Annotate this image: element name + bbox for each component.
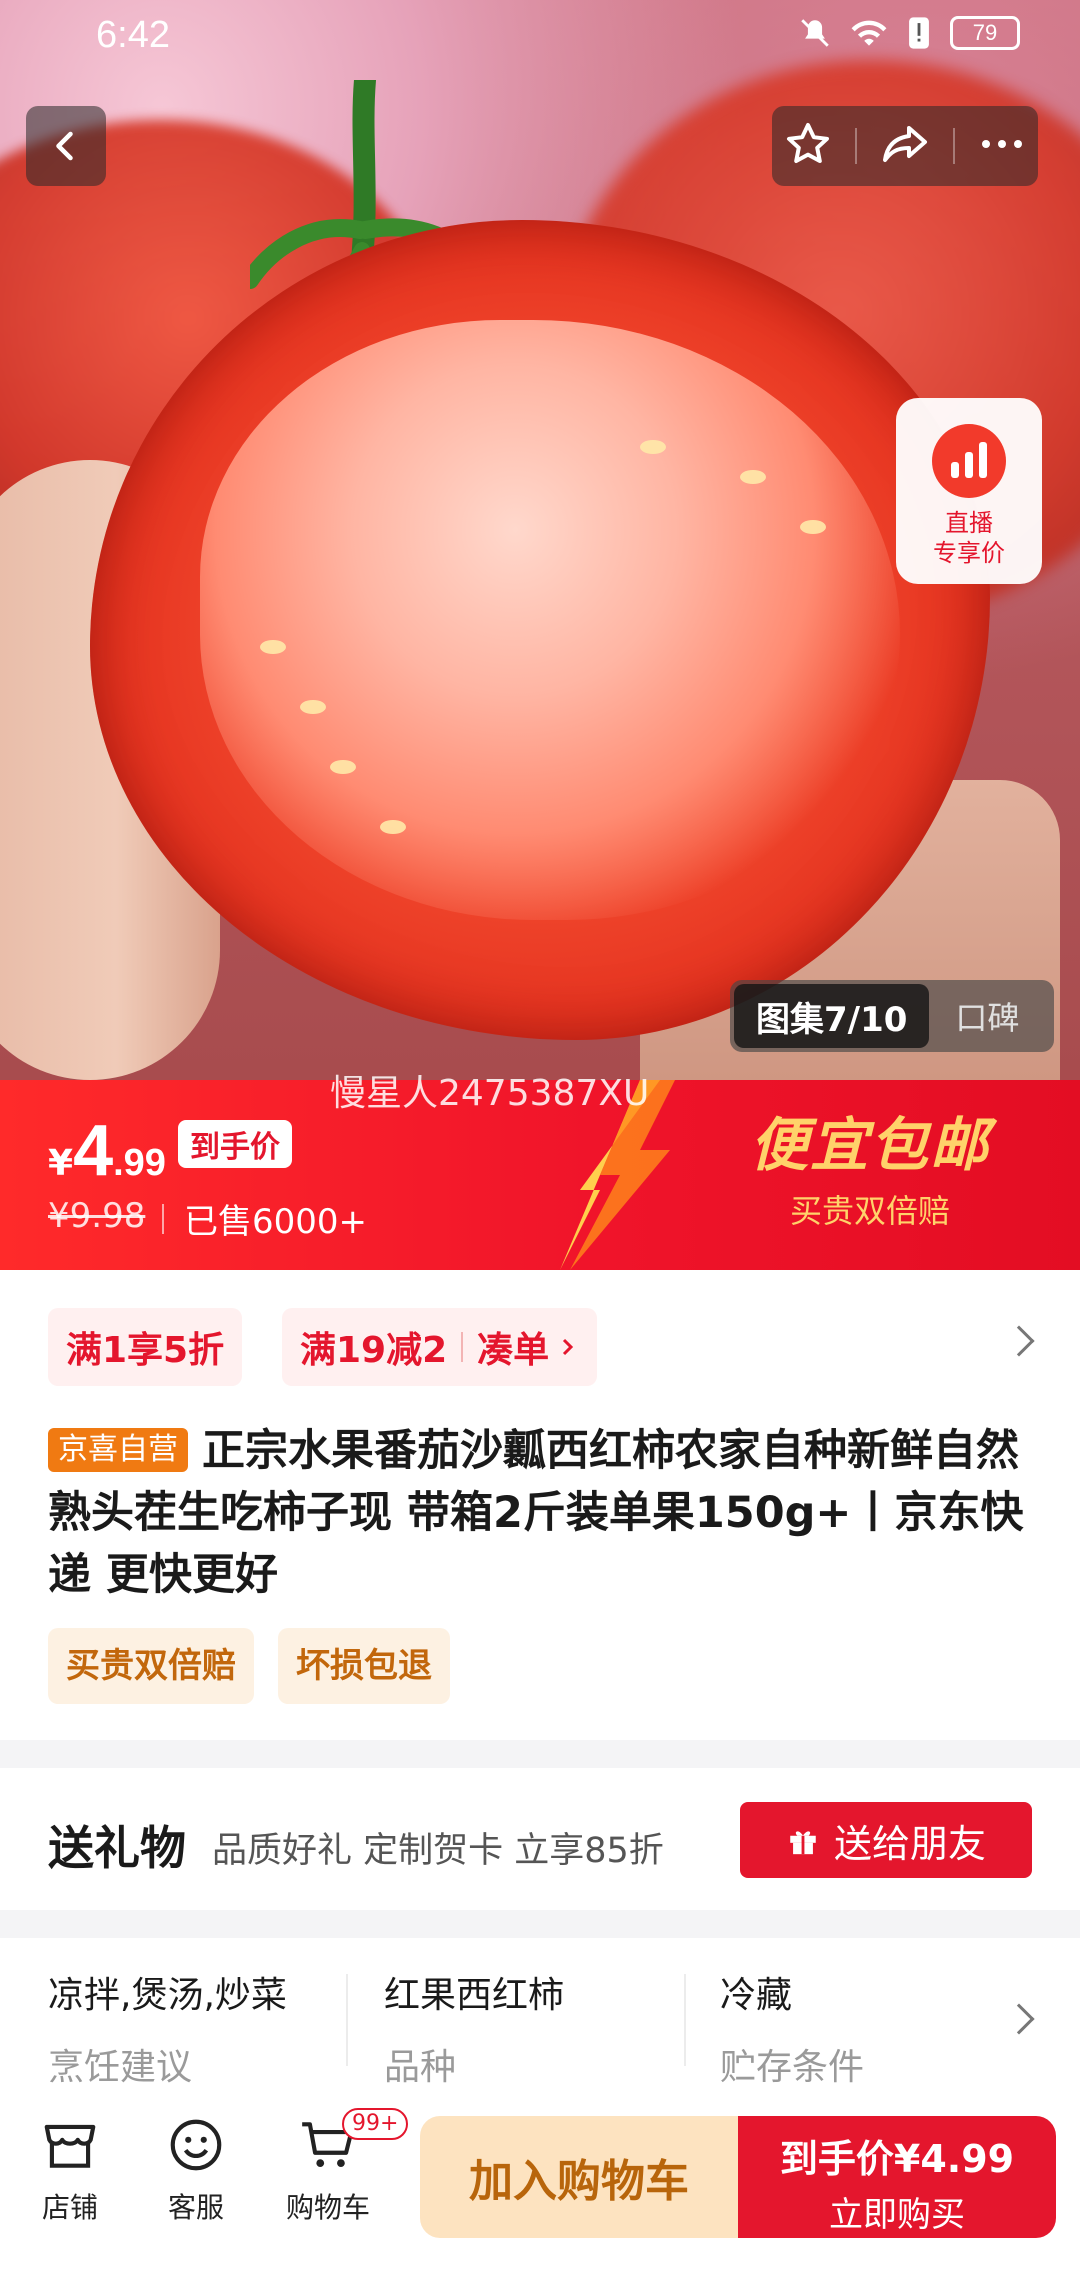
back-button[interactable] [26, 106, 106, 186]
cart-label: 购物车 [285, 2191, 370, 2224]
add-to-cart-button[interactable]: 加入购物车 [420, 2116, 738, 2238]
divider [461, 1332, 464, 1362]
coupon-label: 满1享5折 [66, 1330, 225, 1371]
sold-count: 已售6000+ [184, 1202, 368, 1242]
promo-subtitle: 买贵双倍赔 [789, 1192, 950, 1230]
tomato-seed [640, 440, 666, 454]
status-bar: 6:42 79 [0, 0, 1080, 80]
current-price: ¥ 4 .99 [48, 1110, 166, 1192]
attribute-storage: 冷藏 贮存条件 [720, 1966, 864, 2090]
more-icon [982, 140, 1023, 148]
share-button[interactable] [881, 120, 929, 172]
attribute-key: 品种 [384, 2047, 457, 2088]
product-title-block: 京喜自营 正宗水果番茄沙瓤西红柿农家自种新鲜自然熟头茬生吃柿子现 带箱2斤装单果1… [48, 1420, 1038, 1606]
watermark: 慢星人2475387XU [330, 1073, 650, 1114]
attribute-value: 冷藏 [720, 1975, 793, 2016]
live-label: 直播 [945, 509, 993, 537]
attribute-variety: 红果西红柿 品种 [384, 1966, 564, 2090]
gift-title: 送礼物 [48, 1821, 186, 1875]
original-price: ¥9.98 [48, 1196, 146, 1236]
price-decimal: .99 [113, 1142, 166, 1184]
section-divider [0, 1910, 1080, 1938]
tomato-seed [740, 470, 766, 484]
gift-icon [790, 1831, 816, 1855]
live-price-badge[interactable]: 直播 专享价 [896, 398, 1042, 584]
tab-reviews[interactable]: 口碑 [955, 993, 1019, 1039]
coupon-threshold[interactable]: 满19减2 凑单 [282, 1308, 598, 1386]
gallery-tabs: 图集7/10 口碑 [730, 980, 1054, 1052]
divider [346, 1974, 348, 2066]
battery-icon: 79 [950, 16, 1020, 50]
attribute-key: 贮存条件 [720, 2047, 865, 2088]
coupon-discount[interactable]: 满1享5折 [48, 1308, 243, 1386]
divider [684, 1974, 686, 2066]
tomato-seed [380, 820, 406, 834]
star-icon [786, 123, 829, 163]
mute-icon [801, 19, 829, 47]
tomato-seed [800, 520, 826, 534]
send-to-friend-button[interactable]: 送给朋友 [740, 1802, 1032, 1878]
buy-now-label: 立即购买 [829, 2195, 965, 2235]
currency-symbol: ¥ [48, 1143, 74, 1184]
top-actions [772, 106, 1038, 186]
chevron-right-icon [563, 1338, 574, 1356]
buy-now-button[interactable]: 到手价¥4.99 立即购买 [738, 2116, 1056, 2238]
tomato-seed [300, 700, 326, 714]
live-icon [932, 424, 1006, 498]
attribute-cooking: 凉拌,煲汤,炒菜 烹饪建议 [48, 1966, 287, 2090]
price-integer: 4 [73, 1111, 114, 1191]
attribute-key: 烹饪建议 [48, 2047, 193, 2088]
badge-price-guarantee[interactable]: 买贵双倍赔 [48, 1628, 254, 1704]
bottom-action-bar: 店铺 客服 购物车 99+ 加入购物车 到手价¥4.99 立即购买 [0, 2088, 1080, 2280]
buy-now-price: 到手价¥4.99 [779, 2137, 1015, 2181]
customer-service-button[interactable]: 客服 [136, 2114, 256, 2226]
section-divider [0, 1740, 1080, 1768]
promo-title: 便宜包邮 [749, 1111, 990, 1179]
tab-gallery[interactable]: 图集7/10 [734, 984, 930, 1048]
service-badges: 买贵双倍赔 坏损包退 [48, 1628, 450, 1704]
store-button[interactable]: 店铺 [10, 2114, 130, 2226]
promo-banner[interactable]: 便宜包邮 买贵双倍赔 [700, 1098, 1040, 1232]
chevron-right-icon[interactable] [1003, 1325, 1035, 1357]
status-time: 6:42 [96, 14, 170, 56]
cart-button[interactable]: 购物车 99+ [268, 2108, 409, 2226]
favorite-button[interactable] [784, 120, 832, 172]
store-icon [44, 2124, 96, 2168]
status-icons: 79 [798, 16, 1020, 50]
tomato-seed [260, 640, 286, 654]
attribute-value: 红果西红柿 [384, 1975, 565, 2016]
wifi-icon [851, 20, 887, 46]
product-attributes[interactable]: 凉拌,煲汤,炒菜 烹饪建议 红果西红柿 品种 冷藏 贮存条件 [0, 1938, 1080, 2088]
share-icon [882, 126, 927, 162]
store-label: 店铺 [41, 2191, 98, 2224]
gift-description: 品质好礼 定制贺卡 立享85折 [212, 1831, 664, 1871]
alert-icon [909, 17, 929, 49]
gift-section: 送礼物 品质好礼 定制贺卡 立享85折 送给朋友 [0, 1768, 1080, 1910]
smiley-icon [170, 2119, 222, 2171]
coupon-row[interactable]: 满1享5折 满19减2 凑单 [0, 1270, 1080, 1420]
cart-count-badge: 99+ [342, 2108, 409, 2140]
product-title: 京喜自营 正宗水果番茄沙瓤西红柿农家自种新鲜自然熟头茬生吃柿子现 带箱2斤装单果1… [48, 1420, 1038, 1606]
more-button[interactable] [978, 120, 1026, 172]
live-sublabel: 专享价 [933, 539, 1005, 567]
badge-damage-return[interactable]: 坏损包退 [278, 1628, 450, 1704]
attribute-value: 凉拌,煲汤,炒菜 [48, 1975, 287, 2016]
product-title-text: 正宗水果番茄沙瓤西红柿农家自种新鲜自然熟头茬生吃柿子现 带箱2斤装单果150g+… [48, 1426, 1024, 1600]
final-price-tag: 到手价 [178, 1120, 292, 1168]
tomato-seed [330, 760, 356, 774]
chevron-right-icon[interactable] [1003, 2003, 1035, 2035]
send-to-friend-label: 送给朋友 [833, 1821, 986, 1866]
service-label: 客服 [167, 2191, 224, 2224]
divider [855, 128, 858, 164]
coupon-label: 满19减2 [300, 1330, 448, 1371]
coupon-action: 凑单 [477, 1330, 550, 1371]
self-operated-tag: 京喜自营 [48, 1428, 188, 1472]
divider [952, 128, 955, 164]
divider [162, 1204, 164, 1234]
chevron-left-icon [56, 131, 73, 161]
